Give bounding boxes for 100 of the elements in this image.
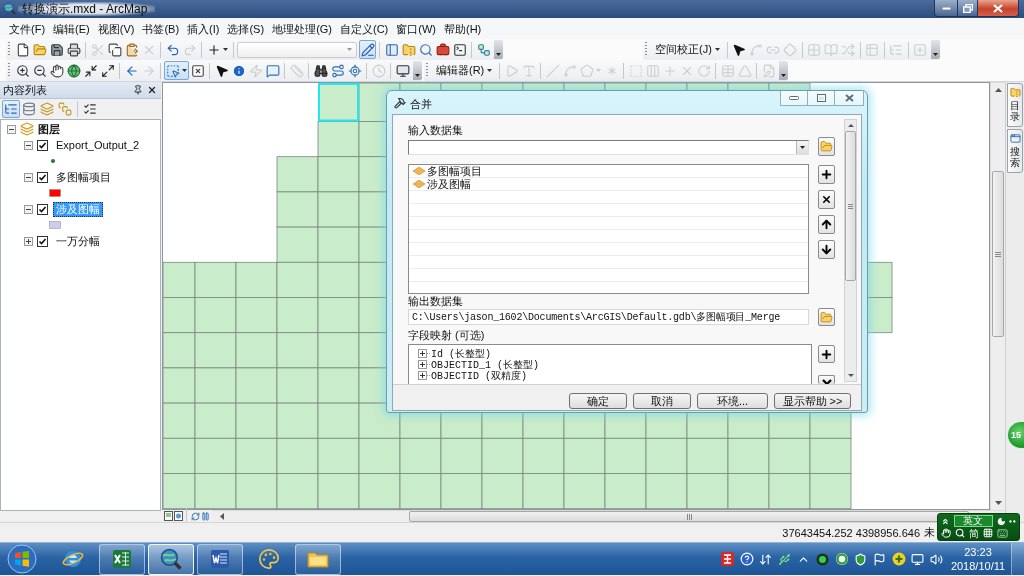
side-tab[interactable]: 搜索: [1007, 129, 1023, 173]
menu-item[interactable]: 地理处理(G): [268, 19, 336, 38]
menu-item[interactable]: 视图(V): [93, 19, 139, 38]
layer-name[interactable]: 多图幅项目: [53, 169, 114, 185]
data-view-button[interactable]: [173, 510, 183, 522]
diamond-icon: [783, 42, 798, 57]
grid-tile: [194, 367, 237, 404]
caret-icon: [714, 48, 720, 51]
list-item[interactable]: 多图幅项目: [409, 165, 808, 178]
add-button[interactable]: [818, 165, 835, 184]
grid-tile: [194, 402, 237, 439]
grid-tile: [276, 191, 319, 228]
vertical-scrollbar[interactable]: [990, 82, 1005, 510]
layer-checkbox[interactable]: [37, 203, 48, 215]
toolbar-options-button[interactable]: [494, 40, 503, 59]
pin-button[interactable]: [132, 84, 144, 96]
show-help-button[interactable]: 显示帮助 >>: [774, 393, 851, 409]
tray-button[interactable]: [718, 549, 737, 569]
flag-icon: [873, 552, 886, 566]
grid-tile: [163, 437, 196, 474]
menu-item[interactable]: 文件(F): [5, 19, 50, 38]
list-item[interactable]: 涉及图幅: [409, 178, 808, 191]
layer-name[interactable]: 一万分幅: [53, 233, 103, 249]
terminal-icon: [452, 42, 467, 57]
menu-item[interactable]: 书签(B): [138, 19, 184, 38]
menu-item[interactable]: 自定义(C): [336, 19, 393, 38]
tree-item[interactable]: OBJECTID_1 (长整型): [418, 359, 811, 370]
menu-item[interactable]: 选择(S): [223, 19, 269, 38]
show-desktop-button[interactable]: [1011, 542, 1024, 576]
environments-button[interactable]: 环境...: [697, 393, 768, 409]
plus-box-icon[interactable]: [24, 236, 33, 246]
toolbar-options-button[interactable]: [930, 40, 940, 59]
maximize-button[interactable]: [807, 91, 835, 106]
move-up-button[interactable]: [818, 215, 835, 234]
vertical-scrollbar[interactable]: [844, 119, 857, 382]
undo-icon: [165, 42, 180, 57]
minus-box-icon[interactable]: [24, 172, 33, 182]
layer-checkbox[interactable]: [37, 139, 48, 151]
ok-button[interactable]: 确定: [569, 393, 627, 409]
input-dataset-combo[interactable]: [408, 140, 809, 155]
add-button[interactable]: [818, 345, 835, 363]
toolbar-options-button[interactable]: [779, 61, 789, 80]
layer-name[interactable]: Export_Output_2: [53, 137, 143, 153]
printer-icon: [66, 42, 81, 57]
input-dataset-list[interactable]: 多图幅项目 涉及图幅: [408, 164, 809, 294]
layer-group-label[interactable]: 图层: [38, 121, 60, 137]
toolbar-menu-button[interactable]: 空间校正(J): [651, 40, 724, 59]
close-button[interactable]: [146, 84, 158, 96]
browse-button[interactable]: [818, 137, 835, 156]
taskbar-button[interactable]: [197, 543, 243, 575]
select-features-button[interactable]: [164, 61, 189, 80]
table-icon: [865, 42, 880, 57]
layer-checkbox[interactable]: [37, 171, 48, 183]
minus-box-icon[interactable]: [24, 140, 33, 150]
output-path-field[interactable]: C:\Users\jason_1602\Documents\ArcGIS\Default.gdb\多图幅项目_Merge: [408, 309, 809, 325]
minimize-button[interactable]: [934, 0, 958, 17]
toolbar-options-button[interactable]: [413, 61, 422, 80]
tree-item[interactable]: OBJECTID (双精度): [418, 370, 811, 381]
minus-box-icon[interactable]: [24, 204, 33, 214]
field-map-tree[interactable]: Id (长整型) OBJECTID_1 (长整型) OBJECTID (双精度): [408, 344, 812, 384]
cancel-button[interactable]: 取消: [633, 393, 691, 409]
taskbar-button[interactable]: [99, 543, 145, 575]
menu-item[interactable]: 窗口(W): [392, 19, 440, 38]
scrollbar-thumb[interactable]: [992, 171, 1004, 337]
restore-button[interactable]: [957, 0, 978, 17]
plus-box-icon[interactable]: [418, 360, 430, 369]
minimize-button[interactable]: [780, 91, 808, 106]
menu-item[interactable]: 帮助(H): [440, 19, 486, 38]
toolbar-menu-button[interactable]: 编辑器(R): [432, 61, 497, 80]
remove-button[interactable]: [818, 375, 835, 384]
taskbar-button[interactable]: [148, 543, 194, 575]
refresh-button[interactable]: [190, 510, 200, 522]
close-button[interactable]: [977, 0, 1019, 17]
caret-icon: [347, 48, 352, 51]
menu-item[interactable]: 编辑(E): [49, 19, 94, 38]
script-toggle-button[interactable]: 简: [969, 527, 979, 539]
list-by-source-button[interactable]: [20, 100, 38, 118]
cross-top-icon: [821, 379, 832, 384]
list-by-drawing-order-button[interactable]: [2, 100, 20, 118]
move-down-button[interactable]: [818, 240, 835, 259]
diamond-icon: [413, 180, 425, 188]
layer-checkbox[interactable]: [37, 235, 48, 247]
side-tab[interactable]: 目录: [1007, 83, 1023, 127]
editor-toolbar-button[interactable]: [359, 40, 376, 59]
plus-box-icon[interactable]: [418, 371, 430, 380]
caret-icon: [932, 53, 938, 56]
input-mode-button[interactable]: 英文: [953, 515, 993, 527]
plus-box-icon[interactable]: [418, 349, 430, 358]
menu-item[interactable]: 插入(I): [183, 19, 224, 38]
layout-view-button[interactable]: [163, 510, 173, 522]
tree-item[interactable]: Id (长整型): [418, 348, 811, 359]
taskbar-button[interactable]: [295, 543, 341, 575]
browse-button[interactable]: [818, 308, 835, 326]
copy-icon: [107, 42, 122, 57]
grid-tile: [317, 437, 360, 474]
minus-box-icon[interactable]: [7, 124, 16, 134]
pause-button[interactable]: [200, 510, 210, 522]
triangle-icon: [737, 63, 752, 78]
remove-button[interactable]: [818, 190, 835, 209]
scrollbar-thumb[interactable]: [845, 131, 856, 281]
